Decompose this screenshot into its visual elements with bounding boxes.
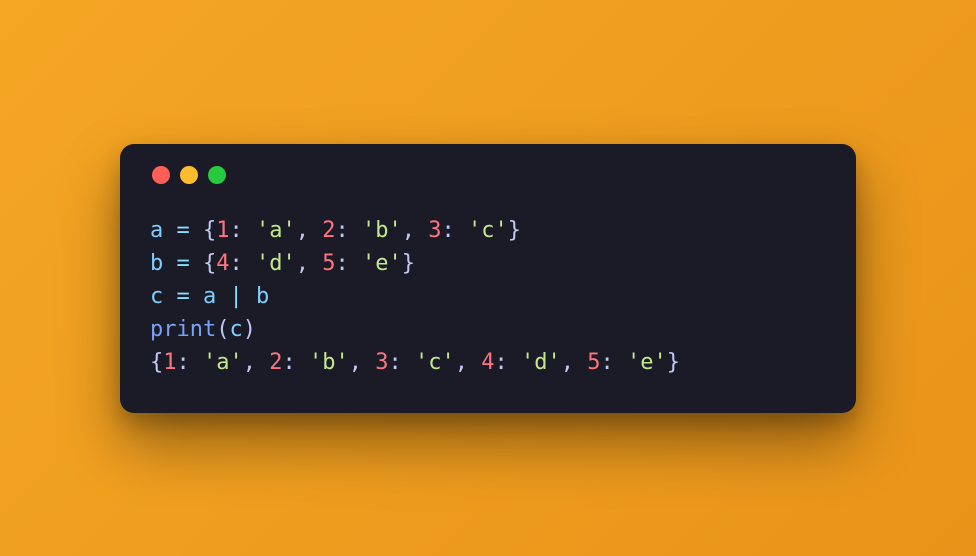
code-token: { — [203, 251, 216, 276]
code-token — [163, 284, 176, 309]
code-token: 2 — [269, 350, 282, 375]
code-token: print — [150, 317, 216, 342]
code-token: 1 — [163, 350, 176, 375]
code-line: {1: 'a', 2: 'b', 3: 'c', 4: 'd', 5: 'e'} — [150, 346, 826, 379]
code-token: 3 — [375, 350, 388, 375]
code-token: b — [150, 251, 163, 276]
code-token: b — [256, 284, 269, 309]
code-token: = — [177, 218, 190, 243]
code-token: : — [230, 251, 257, 276]
code-token: 'e' — [627, 350, 667, 375]
terminal-window: a = {1: 'a', 2: 'b', 3: 'c'}b = {4: 'd',… — [120, 144, 856, 413]
code-token: 'd' — [256, 251, 296, 276]
code-line: a = {1: 'a', 2: 'b', 3: 'c'} — [150, 214, 826, 247]
code-token: , — [296, 218, 323, 243]
code-token — [216, 284, 229, 309]
code-token: : — [442, 218, 469, 243]
code-token: 3 — [428, 218, 441, 243]
minimize-icon[interactable] — [180, 166, 198, 184]
code-line: print(c) — [150, 313, 826, 346]
code-token: : — [336, 251, 363, 276]
code-token: 'e' — [362, 251, 402, 276]
code-line: b = {4: 'd', 5: 'e'} — [150, 247, 826, 280]
code-token: = — [177, 251, 190, 276]
code-block: a = {1: 'a', 2: 'b', 3: 'c'}b = {4: 'd',… — [150, 214, 826, 379]
code-token: 'b' — [362, 218, 402, 243]
code-token — [243, 284, 256, 309]
code-token: c — [150, 284, 163, 309]
code-token: : — [601, 350, 628, 375]
code-token: : — [230, 218, 257, 243]
code-token: { — [150, 350, 163, 375]
code-token: 4 — [481, 350, 494, 375]
code-token: , — [402, 218, 429, 243]
code-token: c — [229, 317, 242, 342]
code-token: : — [177, 350, 204, 375]
code-token: 5 — [322, 251, 335, 276]
code-token: : — [495, 350, 522, 375]
code-token: 'a' — [256, 218, 296, 243]
code-token: , — [349, 350, 376, 375]
code-token: ( — [216, 317, 229, 342]
code-token: 'd' — [521, 350, 561, 375]
code-token: } — [402, 251, 415, 276]
code-token — [190, 251, 203, 276]
code-token: : — [336, 218, 363, 243]
maximize-icon[interactable] — [208, 166, 226, 184]
close-icon[interactable] — [152, 166, 170, 184]
code-line: c = a | b — [150, 280, 826, 313]
code-token: , — [561, 350, 588, 375]
code-token: , — [296, 251, 323, 276]
code-token: a — [203, 284, 216, 309]
code-token: 'a' — [203, 350, 243, 375]
code-token: : — [283, 350, 310, 375]
code-token: 'b' — [309, 350, 349, 375]
code-token: 5 — [587, 350, 600, 375]
code-token — [163, 218, 176, 243]
code-token: : — [389, 350, 416, 375]
code-token: 1 — [216, 218, 229, 243]
code-token: } — [667, 350, 680, 375]
code-token: 'c' — [415, 350, 455, 375]
code-token: = — [177, 284, 190, 309]
code-token: a — [150, 218, 163, 243]
code-token: { — [203, 218, 216, 243]
code-token: } — [508, 218, 521, 243]
code-token: 2 — [322, 218, 335, 243]
traffic-lights — [152, 166, 826, 184]
code-token: 4 — [216, 251, 229, 276]
code-token: , — [455, 350, 482, 375]
code-token — [190, 218, 203, 243]
code-token: | — [230, 284, 243, 309]
code-token: , — [243, 350, 270, 375]
code-token: ) — [243, 317, 256, 342]
code-token — [163, 251, 176, 276]
code-token: 'c' — [468, 218, 508, 243]
code-token — [190, 284, 203, 309]
